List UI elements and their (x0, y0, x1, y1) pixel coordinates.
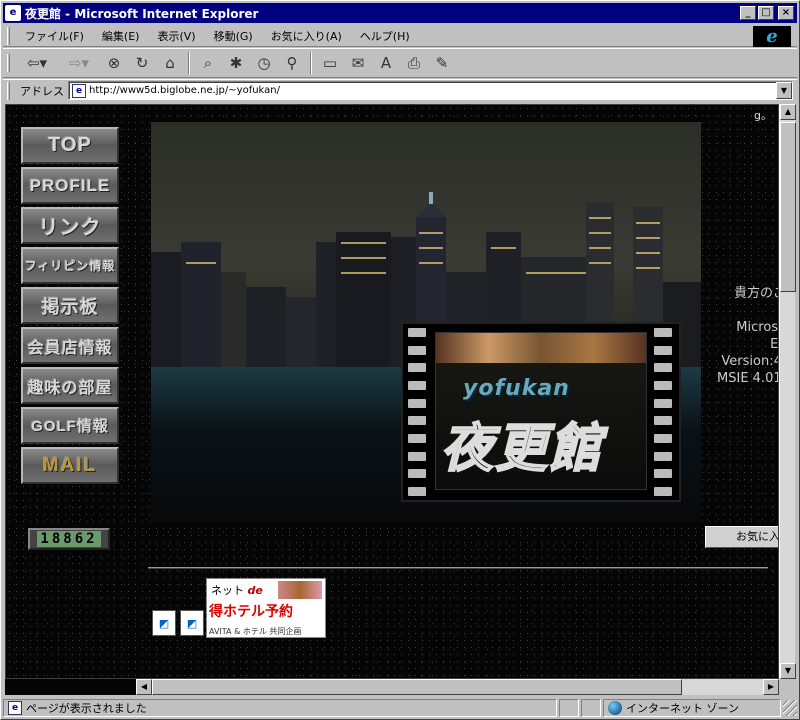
zone-text: インターネット ゾーン (626, 702, 739, 715)
scroll-up-icon[interactable]: ▲ (780, 104, 796, 120)
toolbar-separator (188, 52, 190, 74)
info-line: Microso (736, 320, 779, 335)
link-badge-icon[interactable]: ◩ (152, 610, 176, 636)
menu-favorites[interactable]: お気に入り(A) (262, 26, 351, 46)
scroll-right-icon[interactable]: ▶ (763, 679, 779, 695)
nav-philippine-button[interactable]: フィリピン情報 (21, 247, 119, 284)
minimize-button[interactable]: _ (740, 6, 756, 20)
horizontal-rule (148, 567, 768, 569)
info-line (706, 302, 778, 319)
toolbar-grip[interactable] (7, 54, 10, 72)
title-bar: e 夜更館 - Microsoft Internet Explorer _ □ … (3, 3, 797, 23)
hero-image: yofukan 夜更館 (151, 122, 701, 522)
channels-icon[interactable]: ⚲ (280, 51, 304, 75)
vertical-scrollbar[interactable]: ▲ ▼ (779, 104, 796, 679)
nav-hobby-button[interactable]: 趣味の部屋 (21, 367, 119, 404)
menu-edit[interactable]: 編集(E) (93, 26, 149, 46)
film-strip-logo: yofukan 夜更館 (401, 322, 681, 502)
close-button[interactable]: × (778, 6, 794, 20)
ie-throbber-icon: e (753, 26, 791, 47)
ad-sponsor: AVITA & ホテル 共同企画 (209, 627, 302, 636)
favorites-icon[interactable]: ✱ (224, 51, 248, 75)
side-top-text: g。 (754, 109, 772, 122)
access-counter: 18862 (28, 528, 110, 550)
nav-menu: TOP PROFILE リンク フィリピン情報 掲示板 会員店情報 趣味の部屋 … (21, 127, 119, 487)
nav-bbs-button[interactable]: 掲示板 (21, 287, 119, 324)
nav-golf-button[interactable]: GOLF情報 (21, 407, 119, 444)
menu-bar: ファイル(F) 編集(E) 表示(V) 移動(G) お気に入り(A) ヘルプ(H… (3, 25, 797, 47)
info-line: 貴方のご (733, 286, 778, 301)
search-icon[interactable]: ⌕ (196, 51, 220, 75)
menu-go[interactable]: 移動(G) (205, 26, 262, 46)
counter-value: 18862 (37, 531, 101, 547)
nav-link-button[interactable]: リンク (21, 207, 119, 244)
horizontal-scrollbar[interactable]: ◀ ▶ (136, 679, 779, 695)
info-line: Version:4. (721, 354, 778, 369)
scroll-left-icon[interactable]: ◀ (136, 679, 152, 695)
address-grip[interactable] (7, 81, 10, 100)
address-url[interactable]: http://www5d.biglobe.ne.jp/~yofukan/ (89, 85, 280, 96)
vertical-scroll-thumb[interactable] (780, 122, 796, 292)
page-icon: e (72, 83, 86, 98)
nav-mail-button[interactable]: MAIL (21, 447, 119, 484)
home-icon[interactable]: ⌂ (158, 51, 182, 75)
ad-title: 得ホテル予約 (209, 604, 293, 620)
status-bar: e ページが表示されました インターネット ゾーン (3, 698, 797, 718)
history-icon[interactable]: ◷ (252, 51, 276, 75)
refresh-icon[interactable]: ↻ (130, 51, 154, 75)
info-line: MSIE 4.01; (717, 371, 778, 386)
forward-icon[interactable]: ⇨▾ (60, 51, 98, 75)
link-badge-icon[interactable]: ◩ (180, 610, 204, 636)
status-cell (559, 699, 579, 717)
print-icon[interactable]: ⎙ (402, 51, 426, 75)
film-holes-left (408, 328, 428, 496)
address-dropdown-icon[interactable]: ▼ (776, 82, 792, 99)
address-bar: アドレス e http://www5d.biglobe.ne.jp/~yofuk… (3, 79, 797, 101)
window-title: 夜更館 - Microsoft Internet Explorer (25, 6, 259, 21)
fullscreen-icon[interactable]: ▭ (318, 51, 342, 75)
status-message: e ページが表示されました (3, 699, 557, 717)
scroll-corner (779, 679, 795, 695)
toolbar-separator (310, 52, 312, 74)
nav-top-button[interactable]: TOP (21, 127, 119, 164)
hotel-ad-banner[interactable]: ネット de 得ホテル予約 AVITA & ホテル 共同企画 (206, 578, 326, 638)
ad-photo (278, 581, 322, 599)
frame-lights (436, 333, 646, 363)
address-input[interactable]: e http://www5d.biglobe.ne.jp/~yofukan/ ▼ (68, 81, 793, 100)
back-icon[interactable]: ⇦▾ (18, 51, 56, 75)
ie-app-icon: e (5, 5, 21, 21)
add-favorite-button[interactable]: お気に入 (705, 526, 778, 548)
ad-headline: ネット de (211, 584, 263, 597)
scroll-down-icon[interactable]: ▼ (780, 663, 796, 679)
menu-file[interactable]: ファイル(F) (16, 26, 93, 46)
nav-profile-button[interactable]: PROFILE (21, 167, 119, 204)
browser-info-text: 貴方のご Microso Ex Version:4. MSIE 4.01; (706, 285, 779, 387)
logo-japanese: 夜更館 (440, 418, 604, 480)
film-holes-right (654, 328, 674, 496)
menu-help[interactable]: ヘルプ(H) (351, 26, 419, 46)
address-label: アドレス (20, 84, 64, 98)
menu-view[interactable]: 表示(V) (148, 26, 204, 46)
internet-zone-icon (608, 701, 622, 715)
nav-members-button[interactable]: 会員店情報 (21, 327, 119, 364)
status-text: ページが表示されました (26, 702, 147, 715)
done-page-icon: e (8, 701, 22, 715)
security-zone: インターネット ゾーン (603, 699, 781, 717)
horizontal-scroll-thumb[interactable] (152, 679, 682, 695)
resize-grip-icon[interactable] (783, 700, 797, 716)
info-line: Ex (770, 337, 779, 352)
logo-english: yofukan (463, 376, 570, 401)
font-icon[interactable]: A (374, 51, 398, 75)
menu-grip[interactable] (7, 26, 10, 45)
browser-window: e 夜更館 - Microsoft Internet Explorer _ □ … (0, 0, 800, 720)
maximize-button[interactable]: □ (758, 6, 774, 20)
page-content: g。 TOP PROFILE リンク フィリピン情報 掲示板 会員店情報 趣味の… (5, 104, 779, 679)
content-bottom-strip (5, 679, 136, 695)
status-cell (581, 699, 601, 717)
mail-icon[interactable]: ✉ (346, 51, 370, 75)
edit-icon[interactable]: ✎ (430, 51, 454, 75)
standard-toolbar: ⇦▾ ⇨▾ ⊗ ↻ ⌂ ⌕ ✱ ◷ ⚲ ▭ ✉ A ⎙ ✎ (3, 48, 797, 78)
stop-icon[interactable]: ⊗ (102, 51, 126, 75)
